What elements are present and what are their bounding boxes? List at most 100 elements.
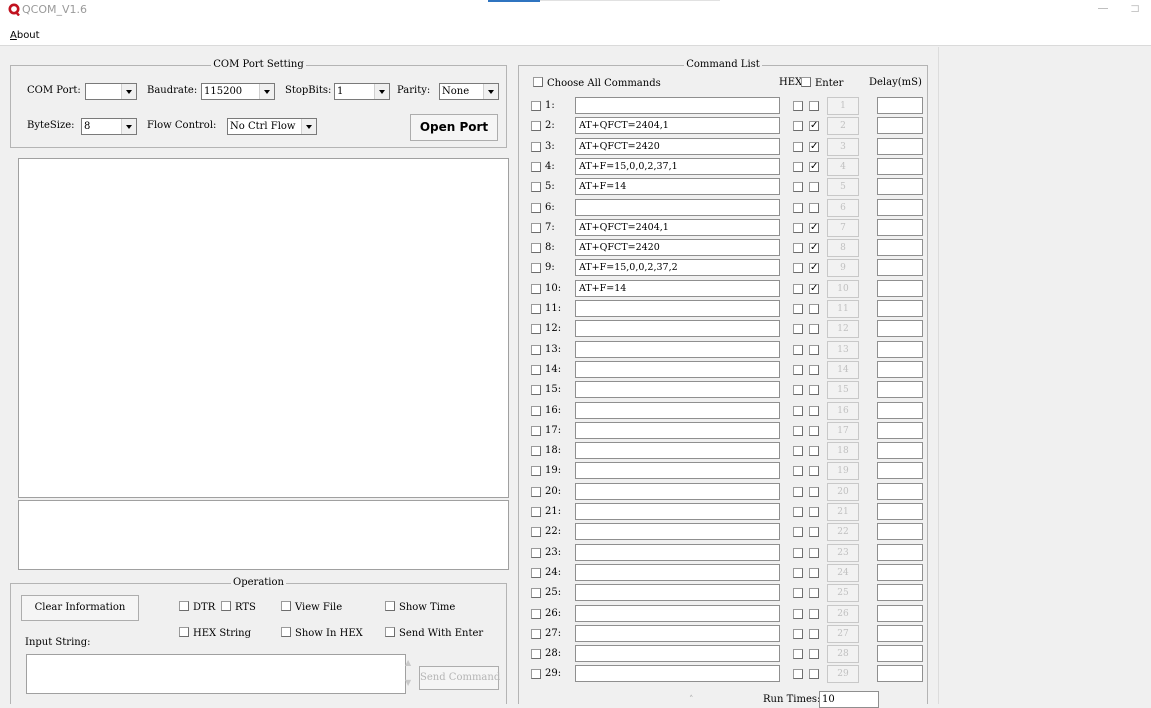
- command-input[interactable]: [575, 300, 780, 317]
- command-input[interactable]: [575, 421, 780, 439]
- command-send-button[interactable]: 3: [827, 137, 859, 156]
- rts-checkbox[interactable]: RTS: [221, 601, 256, 614]
- send-with-enter-checkbox[interactable]: Send With Enter: [385, 627, 483, 640]
- chevron-down-icon[interactable]: [374, 84, 389, 99]
- command-enter-checkbox[interactable]: ✓: [809, 141, 819, 152]
- command-hex-checkbox[interactable]: [793, 649, 803, 660]
- parity-select[interactable]: None: [439, 83, 499, 100]
- choose-all-checkbox-box[interactable]: [533, 77, 543, 87]
- command-input[interactable]: [575, 320, 780, 338]
- command-input[interactable]: AT+F=14: [575, 178, 780, 196]
- flow-control-select[interactable]: No Ctrl Flow: [227, 118, 317, 135]
- command-select-checkbox[interactable]: [531, 202, 541, 213]
- command-send-button[interactable]: 20: [827, 482, 859, 501]
- command-select-checkbox[interactable]: [531, 405, 541, 416]
- command-select-checkbox[interactable]: [531, 364, 541, 375]
- command-enter-checkbox[interactable]: [809, 466, 819, 477]
- command-send-button[interactable]: 4: [827, 157, 859, 176]
- command-enter-checkbox[interactable]: [809, 669, 819, 680]
- enter-all-checkbox-box[interactable]: [801, 77, 811, 87]
- command-hex-checkbox[interactable]: [793, 121, 803, 132]
- chevron-down-icon[interactable]: [121, 119, 136, 134]
- command-delay-input[interactable]: [877, 279, 923, 297]
- command-send-button[interactable]: 19: [827, 462, 859, 481]
- command-delay-input[interactable]: [877, 97, 923, 114]
- command-send-button[interactable]: 18: [827, 442, 859, 461]
- command-hex-checkbox[interactable]: [793, 608, 803, 619]
- command-hex-checkbox[interactable]: [793, 486, 803, 497]
- command-input[interactable]: [575, 198, 780, 216]
- command-enter-checkbox[interactable]: [809, 507, 819, 517]
- secondary-output-area[interactable]: [18, 500, 509, 570]
- command-send-button[interactable]: 22: [827, 523, 859, 542]
- command-enter-checkbox[interactable]: ✓: [809, 263, 819, 274]
- command-delay-input[interactable]: [877, 218, 923, 236]
- receive-output-area[interactable]: [18, 158, 509, 498]
- chevron-down-icon[interactable]: [259, 84, 274, 99]
- command-input[interactable]: [575, 563, 780, 581]
- command-select-checkbox[interactable]: [531, 628, 541, 639]
- command-enter-checkbox[interactable]: [809, 486, 819, 497]
- com-port-select[interactable]: [85, 83, 137, 100]
- command-select-checkbox[interactable]: [531, 161, 541, 172]
- command-send-button[interactable]: 9: [827, 259, 859, 278]
- command-hex-checkbox[interactable]: [793, 283, 803, 294]
- command-send-button[interactable]: 28: [827, 645, 859, 664]
- dtr-checkbox-box[interactable]: [179, 601, 189, 611]
- command-send-button[interactable]: 21: [827, 503, 859, 521]
- command-delay-input[interactable]: [877, 421, 923, 439]
- command-hex-checkbox[interactable]: [793, 141, 803, 152]
- send-command-button[interactable]: Send Command: [419, 666, 500, 690]
- command-send-button[interactable]: 7: [827, 218, 859, 237]
- input-scroll-down-icon[interactable]: ▼: [405, 676, 411, 690]
- command-hex-checkbox[interactable]: [793, 547, 803, 558]
- command-delay-input[interactable]: [877, 178, 923, 196]
- command-input[interactable]: [575, 523, 780, 541]
- view-file-checkbox[interactable]: View File: [281, 601, 342, 614]
- chevron-down-icon[interactable]: [301, 119, 316, 134]
- command-hex-checkbox[interactable]: [793, 202, 803, 213]
- command-send-button[interactable]: 10: [827, 279, 859, 298]
- command-select-checkbox[interactable]: [531, 588, 541, 599]
- command-send-button[interactable]: 15: [827, 381, 859, 400]
- command-send-button[interactable]: 2: [827, 117, 859, 136]
- command-enter-checkbox[interactable]: [809, 364, 819, 375]
- command-enter-checkbox[interactable]: ✓: [809, 283, 819, 294]
- command-select-checkbox[interactable]: [531, 141, 541, 152]
- command-hex-checkbox[interactable]: [793, 161, 803, 172]
- command-input[interactable]: [575, 665, 780, 683]
- rts-checkbox-box[interactable]: [221, 601, 231, 611]
- command-enter-checkbox[interactable]: [809, 304, 819, 314]
- command-select-checkbox[interactable]: [531, 466, 541, 477]
- command-select-checkbox[interactable]: [531, 547, 541, 558]
- command-delay-input[interactable]: [877, 563, 923, 581]
- command-enter-checkbox[interactable]: [809, 202, 819, 213]
- command-hex-checkbox[interactable]: [793, 182, 803, 193]
- command-input[interactable]: [575, 97, 780, 114]
- stopbits-select[interactable]: 1: [334, 83, 390, 100]
- open-port-button[interactable]: Open Port: [410, 114, 498, 141]
- view-file-checkbox-box[interactable]: [281, 601, 291, 611]
- command-enter-checkbox[interactable]: [809, 101, 819, 111]
- command-input[interactable]: [575, 401, 780, 419]
- command-select-checkbox[interactable]: [531, 222, 541, 233]
- command-input[interactable]: AT+QFCT=2404,1: [575, 117, 780, 135]
- command-enter-checkbox[interactable]: ✓: [809, 121, 819, 132]
- command-enter-checkbox[interactable]: [809, 385, 819, 396]
- hex-string-checkbox-box[interactable]: [179, 627, 189, 637]
- bytesize-select[interactable]: 8: [81, 118, 137, 135]
- command-select-checkbox[interactable]: [531, 567, 541, 578]
- command-send-button[interactable]: 24: [827, 563, 859, 582]
- command-send-button[interactable]: 17: [827, 421, 859, 440]
- command-select-checkbox[interactable]: [531, 324, 541, 335]
- input-string-field[interactable]: [26, 654, 406, 694]
- command-delay-input[interactable]: [877, 360, 923, 378]
- command-hex-checkbox[interactable]: [793, 324, 803, 335]
- command-hex-checkbox[interactable]: [793, 507, 803, 517]
- command-send-button[interactable]: 25: [827, 584, 859, 603]
- command-input[interactable]: [575, 543, 780, 561]
- command-send-button[interactable]: 23: [827, 543, 859, 562]
- command-delay-input[interactable]: [877, 117, 923, 135]
- command-send-button[interactable]: 14: [827, 360, 859, 379]
- command-hex-checkbox[interactable]: [793, 466, 803, 477]
